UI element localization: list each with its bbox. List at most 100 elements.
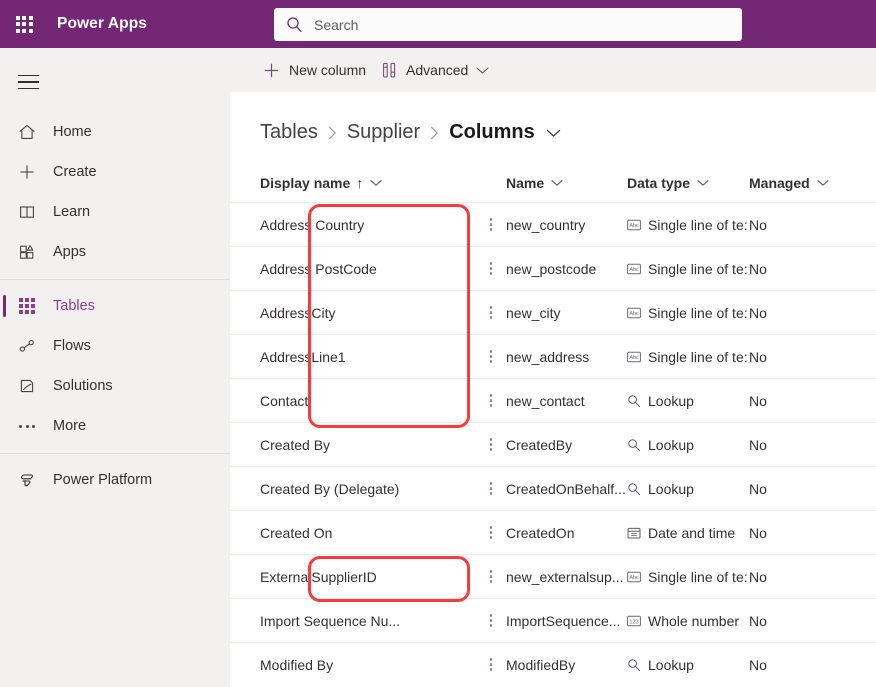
kebab-menu-icon[interactable]	[476, 306, 506, 319]
breadcrumb: Tables Supplier Columns	[230, 92, 876, 152]
cell-name: new_city	[506, 304, 561, 321]
table-row[interactable]: Address Country new_country Abc Single line…	[230, 202, 876, 246]
kebab-menu-icon[interactable]	[476, 262, 506, 275]
cell-data-type-label: Lookup	[648, 656, 694, 673]
sidebar-item-create[interactable]: Create	[0, 152, 230, 192]
cell-display-name[interactable]: Modified By	[260, 657, 476, 673]
abc-icon: Abc	[627, 306, 641, 320]
cell-display-name[interactable]: Address Country	[260, 217, 476, 233]
cell-data-type: Abc Single line of te:	[627, 305, 749, 321]
cell-name: new_country	[506, 216, 586, 233]
kebab-menu-icon[interactable]	[476, 570, 506, 583]
sidebar-divider	[0, 453, 230, 454]
table-row[interactable]: AddressLine1 new_address Abc Single line of…	[230, 334, 876, 378]
cell-display-name[interactable]: Created On	[260, 525, 476, 541]
kebab-menu-icon[interactable]	[476, 394, 506, 407]
cell-display-name[interactable]: Created By	[260, 437, 476, 453]
cell-data-type: Date and time	[627, 525, 749, 541]
sidebar-item-home[interactable]: Home	[0, 112, 230, 152]
cell-display-name[interactable]: Contact	[260, 393, 476, 409]
table-row[interactable]: Import Sequence Nu... ImportSequence... 12…	[230, 598, 876, 642]
chevron-down-icon[interactable]	[697, 179, 709, 187]
plus-icon	[263, 62, 280, 79]
kebab-menu-icon[interactable]	[476, 614, 506, 627]
table-row[interactable]: Contact new_contact Lookup No	[230, 378, 876, 422]
search-box[interactable]	[274, 8, 742, 41]
table-row[interactable]: Modified By ModifiedBy Lookup No	[230, 642, 876, 686]
cell-name: new_postcode	[506, 260, 597, 277]
cell-display-name[interactable]: AddressLine1	[260, 349, 476, 365]
table-row[interactable]: ExternalSupplierID new_externalsup... Abc S…	[230, 554, 876, 598]
power-platform-icon	[14, 467, 40, 493]
search-input[interactable]	[314, 12, 714, 37]
chevron-down-icon[interactable]	[551, 179, 563, 187]
table-row[interactable]: Created By (Delegate) CreatedOnBehalf... L…	[230, 466, 876, 510]
command-bar: New column Advanced	[230, 48, 876, 92]
kebab-menu-icon[interactable]	[476, 350, 506, 363]
cell-data-type: Lookup	[627, 481, 749, 497]
cell-display-name[interactable]: AddressCity	[260, 305, 476, 321]
apps-icon	[14, 239, 40, 265]
table-row[interactable]: Created By CreatedBy Lookup No	[230, 422, 876, 466]
svg-text:Abc: Abc	[629, 311, 639, 317]
breadcrumb-item-supplier[interactable]: Supplier	[347, 121, 420, 144]
table-row[interactable]: Address PostCode new_postcode Abc Single li…	[230, 246, 876, 290]
hamburger-icon[interactable]	[4, 60, 52, 104]
lookup-icon	[627, 658, 641, 672]
kebab-menu-icon[interactable]	[476, 482, 506, 495]
sidebar-item-power-platform[interactable]: Power Platform	[0, 460, 230, 500]
sidebar-item-label: Tables	[53, 298, 95, 314]
sidebar-item-more[interactable]: More	[0, 406, 230, 446]
cell-data-type-label: Single line of te:	[648, 216, 748, 233]
advanced-label: Advanced	[406, 62, 469, 78]
abc-icon: Abc	[627, 262, 641, 276]
abc-icon: Abc	[627, 218, 641, 232]
sidebar-item-tables[interactable]: Tables	[0, 286, 230, 326]
sidebar-item-apps[interactable]: Apps	[0, 232, 230, 272]
grid-header-display-name[interactable]: Display name ↑	[260, 175, 476, 191]
app-launcher-icon[interactable]	[0, 0, 48, 48]
table-row[interactable]: Created On CreatedOn Date and time No	[230, 510, 876, 554]
sidebar-item-label: Flows	[53, 338, 91, 354]
kebab-menu-icon[interactable]	[476, 438, 506, 451]
cell-display-name[interactable]: ExternalSupplierID	[260, 569, 476, 585]
kebab-menu-icon[interactable]	[476, 526, 506, 539]
chevron-down-icon	[476, 66, 489, 75]
cell-managed: No	[749, 524, 767, 541]
sidebar-item-flows[interactable]: Flows	[0, 326, 230, 366]
svg-text:Abc: Abc	[629, 223, 639, 229]
grid-header-data-type[interactable]: Data type	[627, 175, 749, 191]
sidebar-item-learn[interactable]: Learn	[0, 192, 230, 232]
breadcrumb-item-columns: Columns	[449, 121, 535, 143]
columns-grid: Display name ↑ Name Data type Managed Ad…	[230, 164, 876, 686]
kebab-menu-icon[interactable]	[476, 218, 506, 231]
lookup-icon	[627, 438, 641, 452]
grid-header-managed[interactable]: Managed	[749, 175, 859, 191]
chevron-down-icon[interactable]	[370, 179, 382, 187]
cell-managed: No	[749, 612, 767, 629]
new-column-button[interactable]: New column	[255, 52, 374, 88]
grid-header-row: Display name ↑ Name Data type Managed	[230, 164, 876, 202]
cell-name: new_externalsup...	[506, 568, 624, 585]
cell-data-type-label: Single line of te:	[648, 568, 748, 585]
kebab-menu-icon[interactable]	[476, 658, 506, 671]
table-row[interactable]: AddressCity new_city Abc Single line of te:…	[230, 290, 876, 334]
cell-data-type: 123 Whole number	[627, 613, 749, 629]
cell-display-name[interactable]: Created By (Delegate)	[260, 481, 476, 497]
cell-name: CreatedBy	[506, 436, 573, 453]
sidebar-item-solutions[interactable]: Solutions	[0, 366, 230, 406]
sidebar-item-label: Power Platform	[53, 472, 153, 488]
table-grid-icon	[14, 293, 40, 319]
chevron-down-icon[interactable]	[817, 179, 829, 187]
breadcrumb-item-tables[interactable]: Tables	[260, 121, 318, 144]
home-icon	[14, 119, 40, 145]
brand-title[interactable]: Power Apps	[57, 15, 147, 33]
sidebar-item-label: Solutions	[53, 378, 113, 394]
cell-name: new_contact	[506, 392, 585, 409]
chevron-down-icon[interactable]	[546, 128, 561, 138]
grid-header-name[interactable]: Name	[506, 175, 627, 191]
cell-display-name[interactable]: Import Sequence Nu...	[260, 613, 476, 629]
cell-display-name[interactable]: Address PostCode	[260, 261, 476, 277]
app-header: Power Apps	[0, 0, 876, 48]
advanced-button[interactable]: Advanced	[374, 52, 497, 88]
